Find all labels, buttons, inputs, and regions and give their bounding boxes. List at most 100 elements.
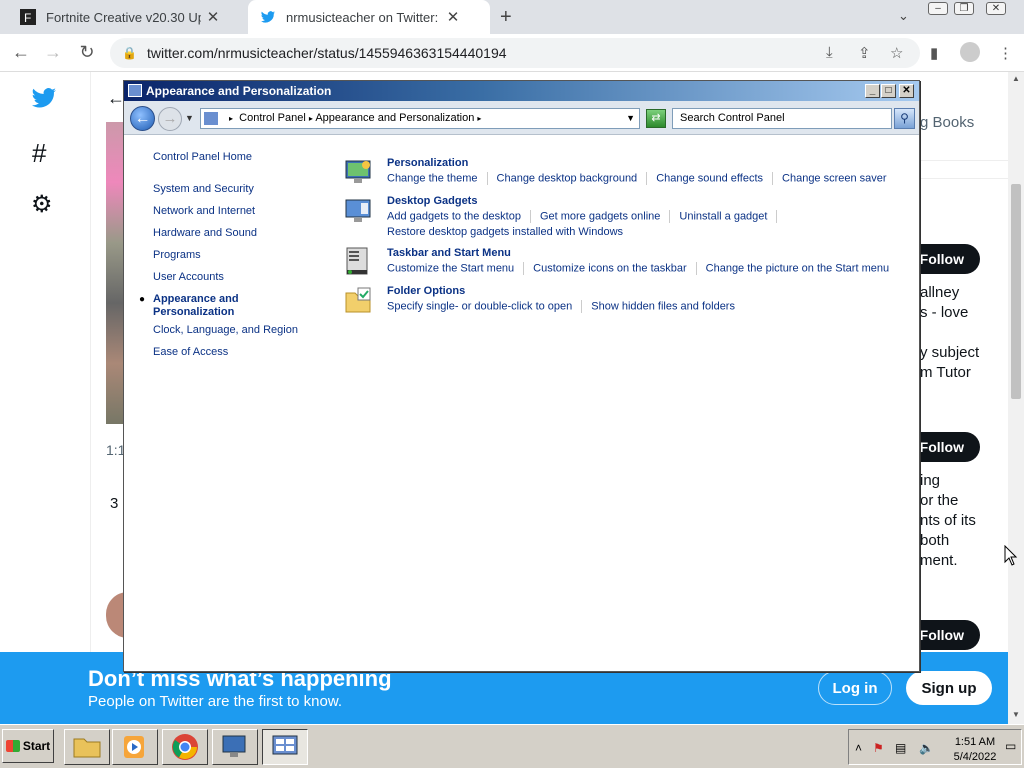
link-change-sounds[interactable]: Change sound effects: [656, 172, 763, 184]
action-center-flag-icon[interactable]: ⚑: [873, 741, 884, 755]
category-title[interactable]: Desktop Gadgets: [387, 195, 477, 207]
address-dropdown-icon[interactable]: ▼: [626, 109, 635, 128]
taskbar-chrome[interactable]: [162, 729, 208, 765]
taskbar-start-menu-icon: [346, 247, 368, 275]
restore-icon[interactable]: ❐: [954, 2, 974, 15]
breadcrumb-chevron-icon[interactable]: ▸: [309, 114, 313, 123]
login-button[interactable]: Log in: [818, 671, 892, 705]
refresh-icon[interactable]: ⇄: [646, 109, 666, 128]
start-button[interactable]: Start: [2, 729, 54, 763]
page-scrollbar[interactable]: ▲ ▼: [1008, 72, 1024, 724]
sidebar-item-user-accounts[interactable]: User Accounts: [153, 271, 224, 283]
link-change-background[interactable]: Change desktop background: [497, 172, 638, 184]
category-title[interactable]: Personalization: [387, 157, 468, 169]
explore-hashtag-icon[interactable]: #: [32, 138, 46, 169]
bookmark-star-icon[interactable]: ☆: [890, 44, 903, 62]
taskbar-explorer[interactable]: [64, 729, 110, 765]
link-single-double-click[interactable]: Specify single- or double-click to open: [387, 300, 572, 312]
file-explorer-icon: [73, 738, 101, 758]
sidebar-item-system-security[interactable]: System and Security: [153, 183, 254, 195]
link-add-gadgets[interactable]: Add gadgets to the desktop: [387, 210, 521, 222]
link-separator: [669, 210, 671, 223]
clock[interactable]: 1:51 AM 5/4/2022: [949, 735, 1001, 765]
windows-taskbar: Start ˄ ⚑ ▤ 🔈 1:51 AM 5/4/2022 ▭: [0, 724, 1024, 768]
window-titlebar[interactable]: Appearance and Personalization _ □ ✕: [124, 81, 919, 101]
category-title[interactable]: Folder Options: [387, 285, 465, 297]
download-icon[interactable]: ⤓: [826, 44, 833, 61]
explorer-navbar: ← → ▼ ▸ Control Panel ▸ Appearance and P…: [124, 101, 919, 135]
share-icon[interactable]: ⇪: [858, 44, 871, 62]
history-dropdown-icon[interactable]: ▼: [185, 113, 194, 123]
link-customize-taskbar-icons[interactable]: Customize icons on the taskbar: [533, 262, 686, 274]
taskbar-media-player[interactable]: [112, 729, 158, 765]
tab-search-chevron-icon[interactable]: ⌄: [898, 8, 909, 24]
show-desktop-icon[interactable]: ▭: [1005, 739, 1016, 753]
follow-button[interactable]: Follow: [920, 432, 980, 462]
signup-button[interactable]: Sign up: [906, 671, 992, 705]
scrollbar-thumb[interactable]: [1011, 184, 1021, 399]
settings-gear-icon[interactable]: ⚙: [31, 190, 53, 219]
tab-close-icon[interactable]: ✕: [205, 8, 221, 26]
link-separator: [646, 172, 648, 185]
back-arrow-icon[interactable]: ←: [130, 106, 155, 131]
monitor-icon: [222, 735, 246, 757]
sidebar-item-clock-region[interactable]: Clock, Language, and Region: [153, 324, 298, 336]
sidebar-item-hardware[interactable]: Hardware and Sound: [153, 227, 257, 239]
svg-text:F: F: [24, 11, 31, 25]
maximize-icon[interactable]: □: [881, 84, 896, 98]
taskbar-control-panel[interactable]: [262, 729, 308, 765]
scroll-down-icon[interactable]: ▼: [1012, 710, 1020, 719]
link-customize-start[interactable]: Customize the Start menu: [387, 262, 514, 274]
breadcrumb-appearance[interactable]: Appearance and Personalization: [315, 112, 474, 124]
show-hidden-icons-icon[interactable]: ˄: [855, 741, 862, 755]
minimize-icon[interactable]: –: [928, 2, 948, 15]
twitter-logo-icon[interactable]: [30, 86, 58, 110]
forward-arrow-icon[interactable]: →: [158, 107, 182, 131]
close-icon[interactable]: ✕: [899, 84, 914, 98]
link-uninstall-gadget[interactable]: Uninstall a gadget: [679, 210, 767, 222]
mouse-cursor-icon: [1004, 545, 1018, 566]
breadcrumb-control-panel[interactable]: Control Panel: [239, 112, 306, 124]
link-more-gadgets[interactable]: Get more gadgets online: [540, 210, 660, 222]
link-change-theme[interactable]: Change the theme: [387, 172, 478, 184]
network-icon[interactable]: ▤: [895, 741, 906, 755]
search-input[interactable]: Search Control Panel: [672, 108, 892, 129]
link-change-screensaver[interactable]: Change screen saver: [782, 172, 887, 184]
current-bullet-icon: ●: [139, 294, 146, 305]
sidebar-item-home[interactable]: Control Panel Home: [153, 151, 252, 163]
side-panel-icon[interactable]: ▮: [930, 44, 938, 62]
link-separator: [523, 262, 525, 275]
sidebar-item-appearance[interactable]: Appearance and Personalization: [153, 293, 303, 319]
category-links: Change the theme Change desktop backgroun…: [387, 172, 887, 185]
menu-kebab-icon[interactable]: ⋮: [998, 44, 1013, 62]
category-title[interactable]: Taskbar and Start Menu: [387, 247, 511, 259]
address-bar[interactable]: 🔒 twitter.com/nrmusicteacher/status/1455…: [110, 38, 920, 68]
tab-fortnite[interactable]: F Fortnite Creative v20.30 Update: ✕: [0, 0, 246, 34]
back-arrow-icon[interactable]: ←: [10, 42, 32, 63]
minimize-icon[interactable]: _: [865, 84, 880, 98]
sidebar-item-network[interactable]: Network and Internet: [153, 205, 255, 217]
scroll-up-icon[interactable]: ▲: [1012, 74, 1020, 83]
browser-toolbar: ← → ↻ 🔒 twitter.com/nrmusicteacher/statu…: [0, 34, 1024, 72]
volume-icon[interactable]: 🔈: [919, 741, 934, 755]
reload-icon[interactable]: ↻: [76, 42, 98, 63]
forward-arrow-icon[interactable]: →: [42, 42, 64, 63]
clock-date: 5/4/2022: [953, 751, 997, 763]
new-tab-button[interactable]: +: [500, 6, 512, 29]
tab-close-icon[interactable]: ✕: [445, 8, 461, 26]
breadcrumb-chevron-icon[interactable]: ▸: [229, 114, 233, 123]
tab-twitter[interactable]: nrmusicteacher on Twitter: "Ama ✕: [248, 0, 490, 34]
sidebar-item-ease-of-access[interactable]: Ease of Access: [153, 346, 228, 358]
link-restore-gadgets[interactable]: Restore desktop gadgets installed with W…: [387, 226, 623, 238]
taskbar-remote-desktop[interactable]: [212, 729, 258, 765]
follow-button[interactable]: Follow: [920, 244, 980, 274]
breadcrumb[interactable]: ▸ Control Panel ▸ Appearance and Persona…: [200, 108, 640, 129]
link-show-hidden-files[interactable]: Show hidden files and folders: [591, 300, 735, 312]
sidebar-item-programs[interactable]: Programs: [153, 249, 201, 261]
breadcrumb-chevron-icon[interactable]: ▸: [477, 114, 481, 123]
profile-avatar-icon[interactable]: [960, 42, 980, 62]
search-icon[interactable]: ⚲: [894, 108, 915, 129]
close-icon[interactable]: ✕: [986, 2, 1006, 15]
follow-button[interactable]: Follow: [920, 620, 980, 650]
link-change-start-picture[interactable]: Change the picture on the Start menu: [706, 262, 889, 274]
